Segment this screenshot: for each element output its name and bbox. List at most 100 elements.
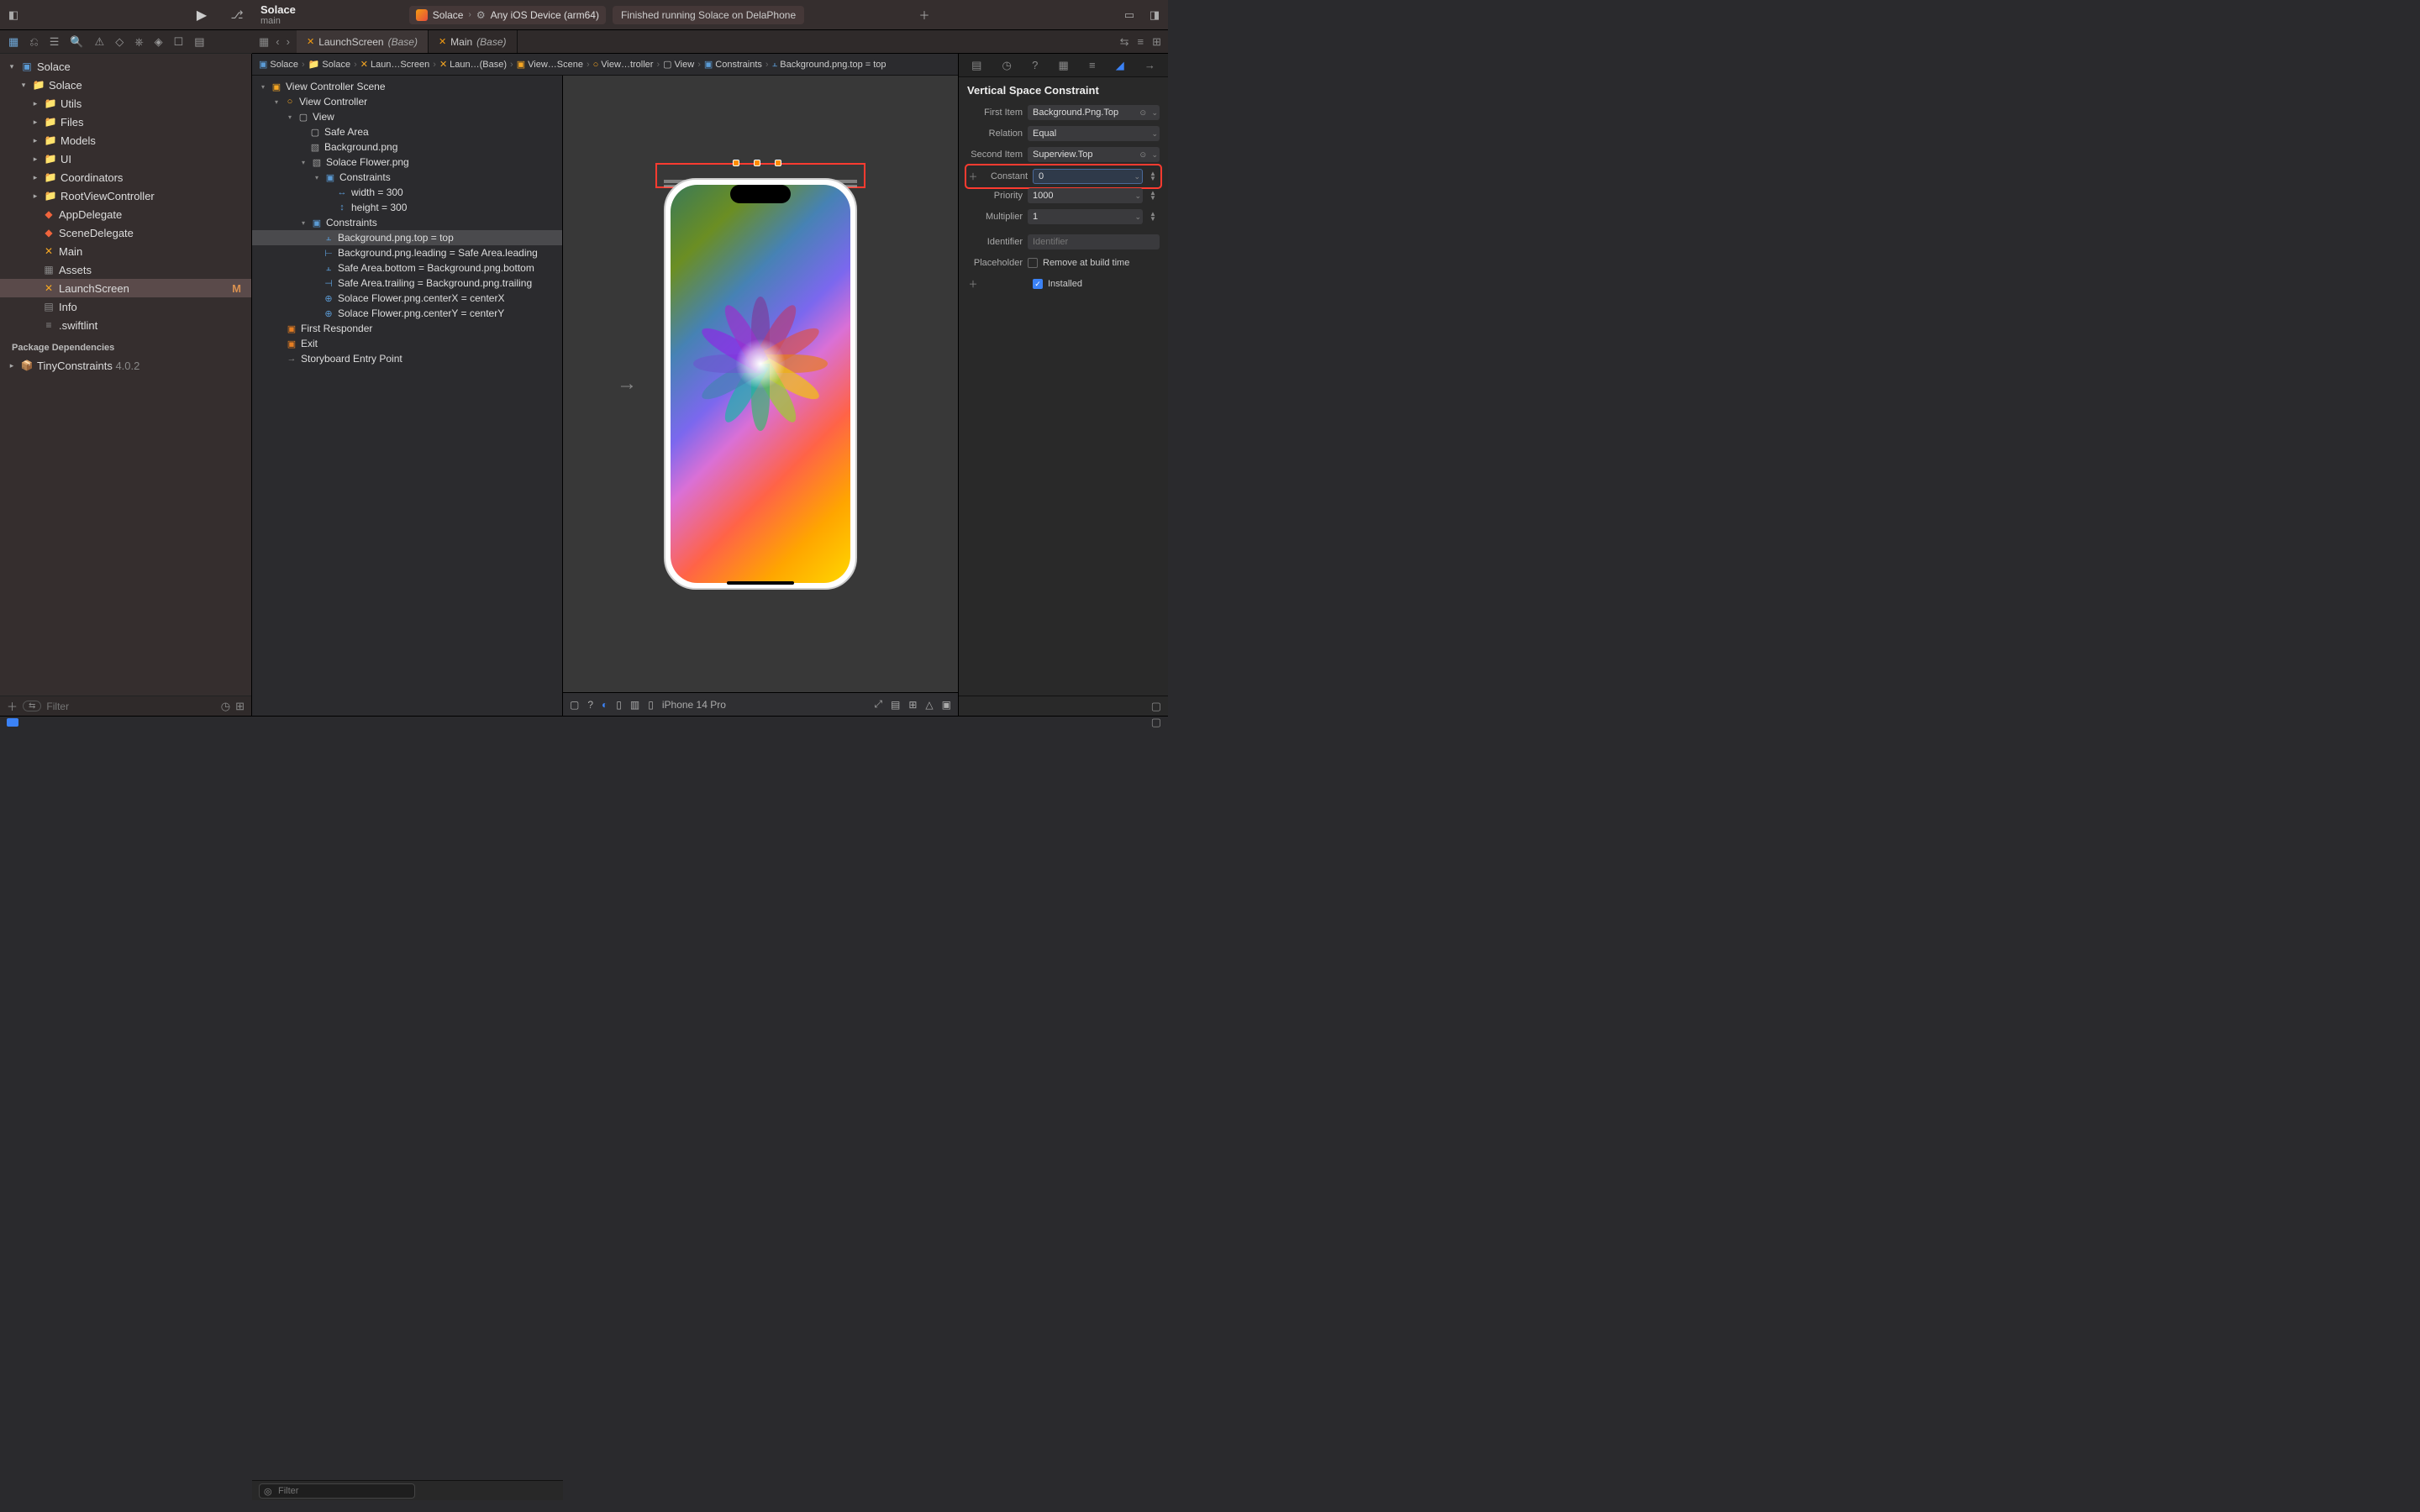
tree-file[interactable]: ▤Info [0,297,251,316]
outline-constraint[interactable]: ⊣Safe Area.trailing = Background.png.tra… [252,276,562,291]
size-inspector-icon[interactable]: ◢ [1116,59,1124,72]
related-items-icon[interactable]: ▦ [259,35,269,49]
embed-icon[interactable]: ▣ [942,699,951,711]
tab-launchscreen[interactable]: ✕ LaunchScreen (Base) [297,30,429,53]
outline-constraints-group[interactable]: ▾▣Constraints [252,170,562,185]
tree-folder[interactable]: ▸📁Models [0,131,251,150]
align-icon[interactable]: ▤ [891,699,900,711]
outline-constraint-selected[interactable]: ⫠Background.png.top = top [252,230,562,245]
add-file-icon[interactable]: ＋ [7,698,18,714]
test-navigator-icon[interactable]: ◇ [115,35,124,49]
disclosure-icon[interactable]: ▾ [7,62,17,71]
first-item-dropdown[interactable]: Background.Png.Top⊙⌄ [1028,105,1160,120]
sidebar-toggle-icon[interactable]: ◧ [7,8,20,22]
tree-file[interactable]: ≡.swiftlint [0,316,251,334]
tree-folder[interactable]: ▸📁RootViewController [0,186,251,205]
find-navigator-icon[interactable]: 🔍 [70,35,83,49]
navigator-filter-input[interactable] [46,701,215,712]
priority-stepper[interactable]: ▲▼ [1150,191,1160,201]
debug-navigator-icon[interactable]: ⎈ [134,35,143,49]
debug-panel-icon[interactable]: ▢ [1151,716,1161,729]
add-editor-icon[interactable]: ⊞ [1152,35,1161,49]
minimap-icon[interactable]: ⇆ [1120,35,1129,49]
tree-folder[interactable]: ▸📁Coordinators [0,168,251,186]
tree-file[interactable]: ◆AppDelegate [0,205,251,223]
appearance-icon[interactable]: ◐ [602,699,608,711]
outline-safe-area[interactable]: ▢Safe Area [252,124,562,139]
outline-toggle-icon[interactable]: ▢ [570,699,579,711]
outline-entry-point[interactable]: →Storyboard Entry Point [252,351,562,366]
activity-status[interactable]: Finished running Solace on DelaPhone [613,6,804,24]
outline-first-responder[interactable]: ▣First Responder [252,321,562,336]
priority-field[interactable]: 1000⌄ [1028,188,1143,203]
outline-constraint[interactable]: ⊕Solace Flower.png.centerY = centerY [252,306,562,321]
tree-root[interactable]: ▾ ▣ Solace [0,57,251,76]
scope-filter-icon[interactable]: ⊞ [235,700,245,713]
adjust-editor-icon[interactable]: ≡ [1138,35,1144,48]
tree-file-selected[interactable]: ✕LaunchScreenM [0,279,251,297]
recent-filter-icon[interactable]: ◷ [221,700,230,713]
doc-navigator-icon[interactable]: ▤ [194,35,204,49]
device-label[interactable]: iPhone 14 Pro [662,699,726,711]
device-icon[interactable]: ▯ [648,699,654,711]
placeholder-checkbox[interactable] [1028,258,1038,268]
help-inspector-icon[interactable]: ? [1032,59,1038,71]
history-inspector-icon[interactable]: ◷ [1002,59,1012,72]
tree-folder[interactable]: ▸📁UI [0,150,251,168]
add-variation-icon[interactable]: ＋ [967,277,979,291]
constant-field[interactable]: 0⌄ [1033,169,1143,184]
outline-constraint[interactable]: ↔width = 300 [252,185,562,200]
outline-flower[interactable]: ▾▧Solace Flower.png [252,155,562,170]
project-title[interactable]: Solace [260,3,296,16]
constant-stepper[interactable]: ▲▼ [1150,171,1160,181]
outline-constraints-group[interactable]: ▾▣Constraints [252,215,562,230]
tab-main[interactable]: ✕ Main (Base) [429,30,518,53]
back-icon[interactable]: ‹ [276,35,279,48]
disclosure-icon[interactable]: ▾ [18,81,29,90]
multiplier-stepper[interactable]: ▲▼ [1150,212,1160,222]
resolve-icon[interactable]: △ [925,699,933,711]
issue-navigator-icon[interactable]: ⚠ [95,35,105,49]
project-navigator-icon[interactable]: ▦ [8,35,18,49]
outline-constraint[interactable]: ⊢Background.png.leading = Safe Area.lead… [252,245,562,260]
tree-file[interactable]: ◆SceneDelegate [0,223,251,242]
tree-package[interactable]: ▸📦TinyConstraints 4.0.2 [0,356,251,375]
tree-group[interactable]: ▾ 📁 Solace [0,76,251,94]
outline-constraint[interactable]: ⊕Solace Flower.png.centerX = centerX [252,291,562,306]
forward-icon[interactable]: › [287,35,290,48]
outline-constraint[interactable]: ↕height = 300 [252,200,562,215]
file-inspector-icon[interactable]: ▤ [971,59,981,72]
identifier-field[interactable]: Identifier [1028,234,1160,249]
library-icon[interactable]: ▭ [1123,8,1136,22]
attributes-inspector-icon[interactable]: ≡ [1089,59,1096,71]
add-icon[interactable]: ＋ [918,8,931,22]
entry-arrow-icon[interactable]: → [617,372,637,396]
report-navigator-icon[interactable]: ☐ [174,35,184,49]
tree-file[interactable]: ✕Main [0,242,251,260]
scm-filter-icon[interactable]: ⇆ [23,701,41,711]
second-item-dropdown[interactable]: Superview.Top⊙⌄ [1028,147,1160,162]
outline-scene[interactable]: ▾▣View Controller Scene [252,79,562,94]
zoom-fit-icon[interactable]: ⤢ [874,698,882,711]
relation-dropdown[interactable]: Equal⌄ [1028,126,1160,141]
symbol-navigator-icon[interactable]: ☰ [50,35,60,49]
tree-folder[interactable]: ▸📁Files [0,113,251,131]
breakpoint-navigator-icon[interactable]: ◈ [155,35,163,49]
multiplier-field[interactable]: 1⌄ [1028,209,1143,224]
tree-folder[interactable]: ▸📁Utils [0,94,251,113]
inspector-toggle-icon[interactable]: ◨ [1148,8,1161,22]
outline-vc[interactable]: ▾○View Controller [252,94,562,109]
installed-checkbox[interactable]: ✓ [1033,279,1043,289]
tree-file[interactable]: ▦Assets [0,260,251,279]
interface-builder-canvas[interactable]: → [563,76,958,692]
outline-constraint[interactable]: ⫠Safe Area.bottom = Background.png.botto… [252,260,562,276]
outline-view[interactable]: ▾▢View [252,109,562,124]
layout-icon[interactable]: ▥ [630,699,639,711]
device-preview[interactable] [664,178,857,590]
debug-view-icon[interactable] [7,718,18,727]
identity-inspector-icon[interactable]: ▦ [1058,59,1068,72]
run-button[interactable]: ▶ [195,8,208,22]
outline-background[interactable]: ▧Background.png [252,139,562,155]
branch-icon[interactable]: ⎇ [230,8,244,22]
add-constant-icon[interactable]: ＋ [967,170,979,183]
